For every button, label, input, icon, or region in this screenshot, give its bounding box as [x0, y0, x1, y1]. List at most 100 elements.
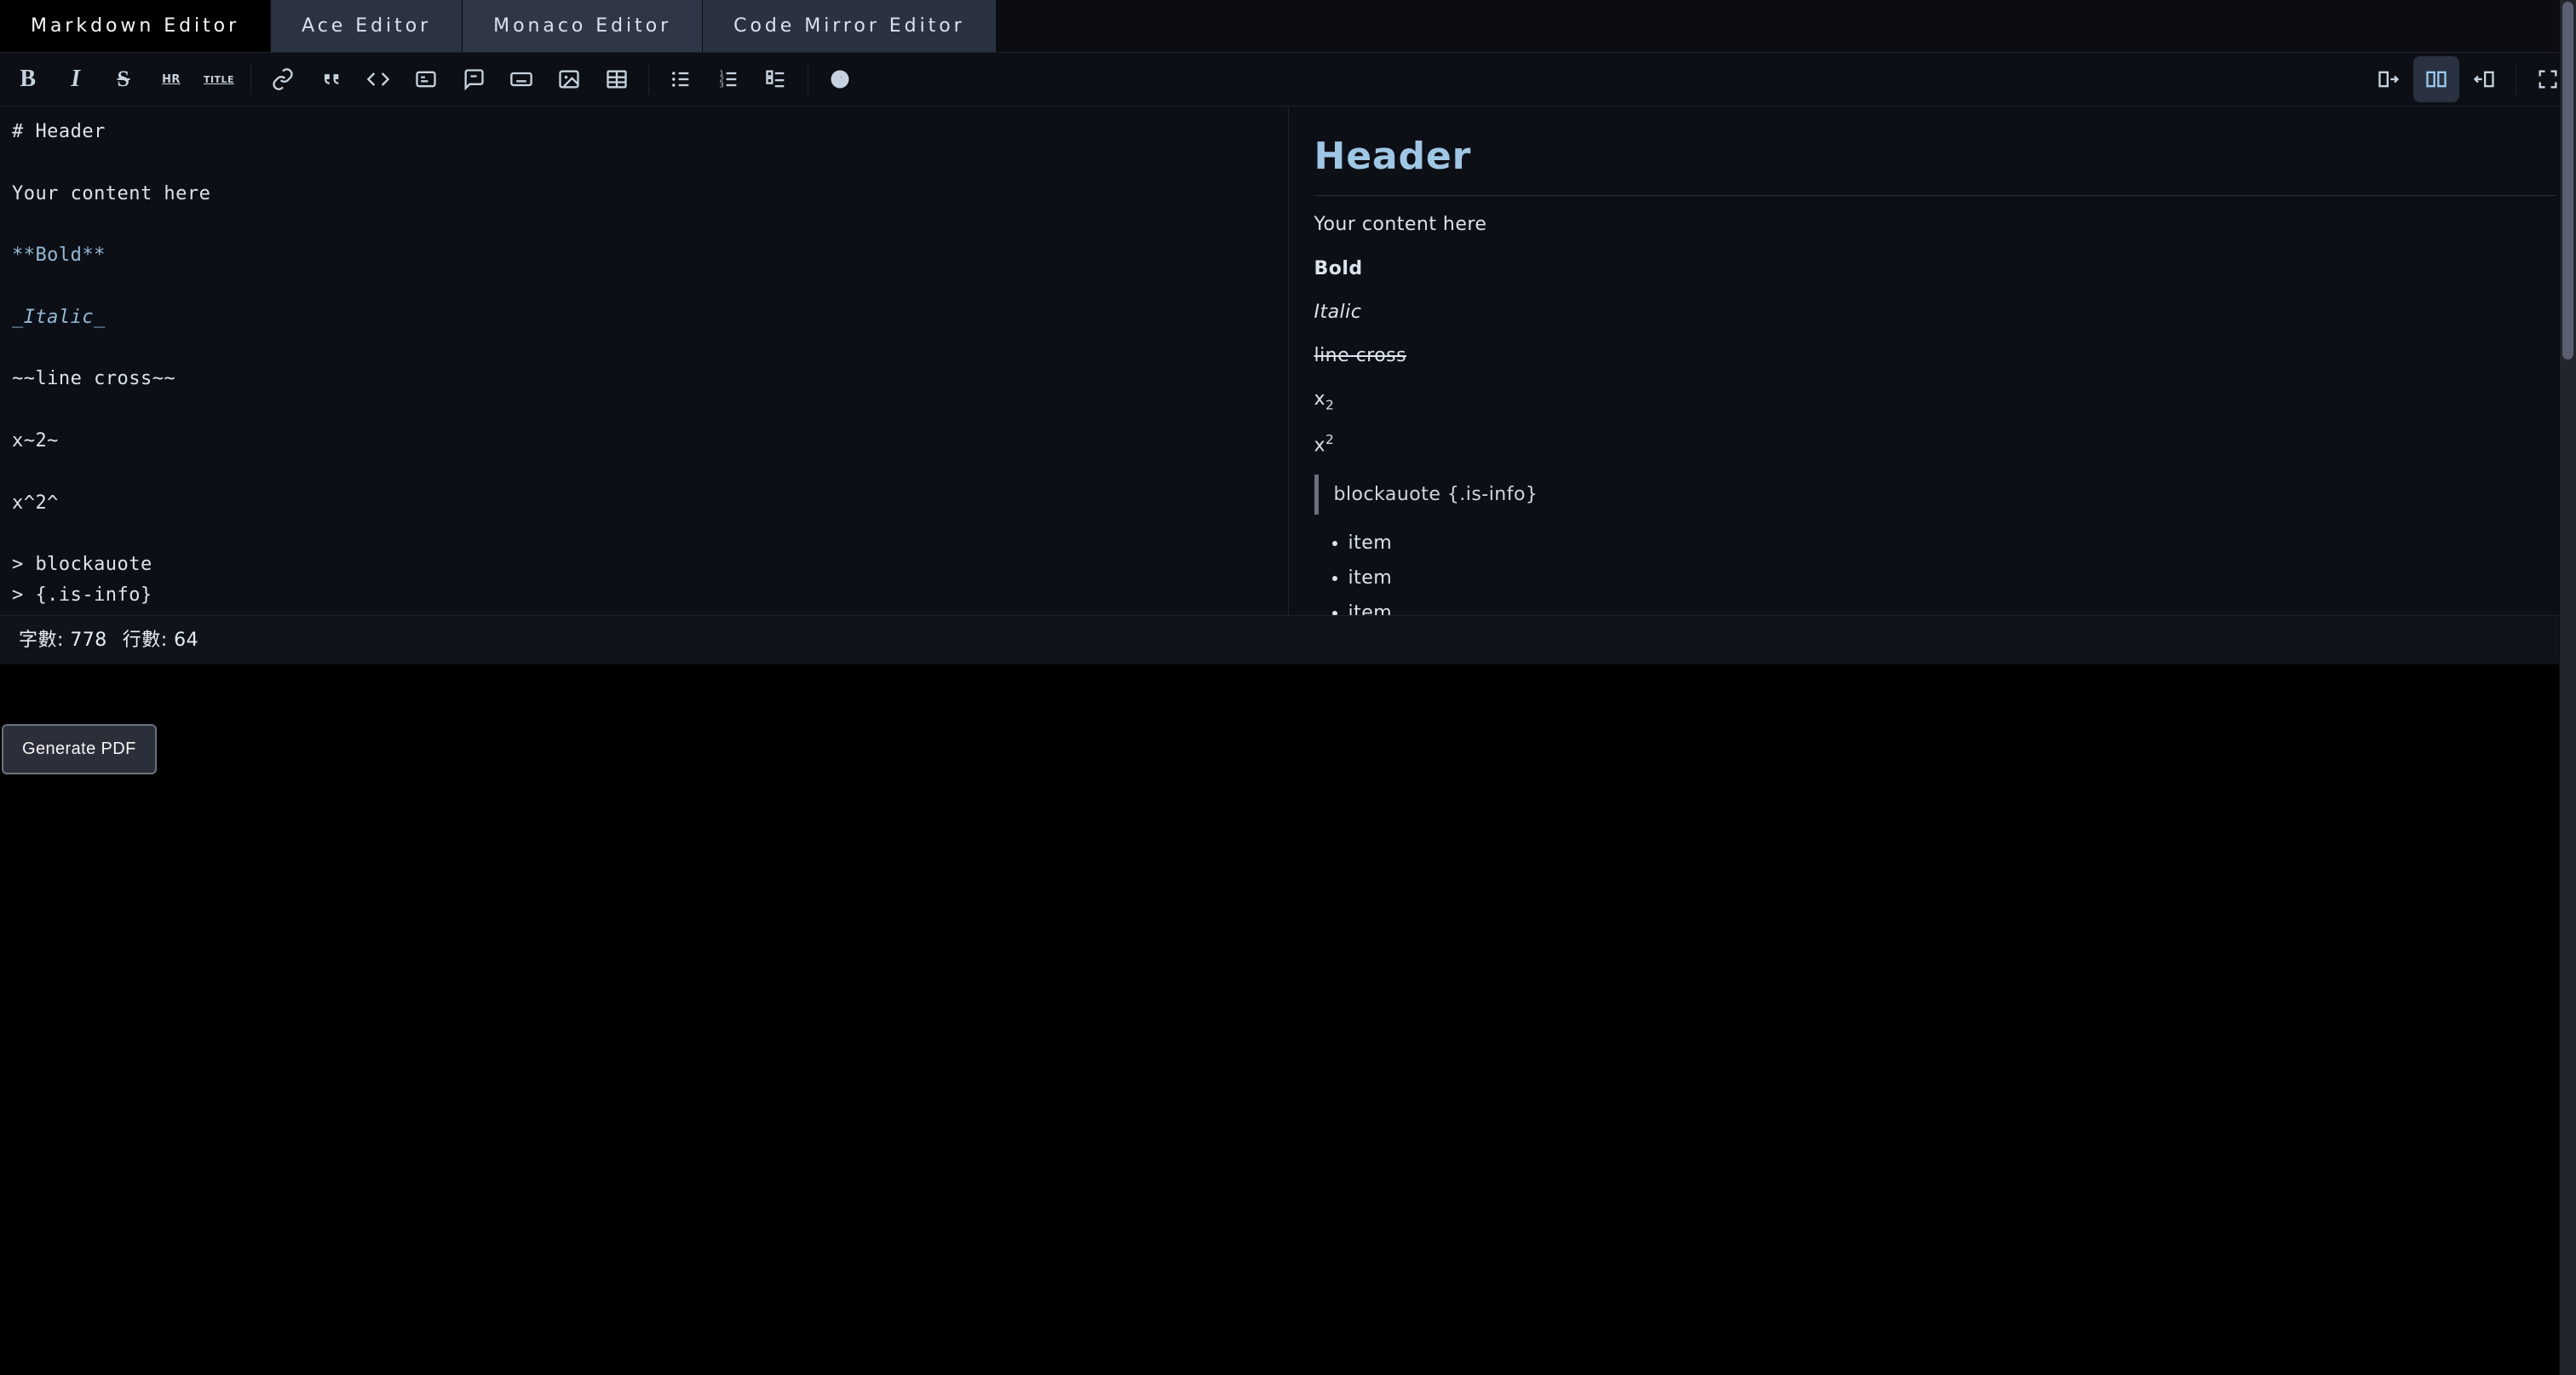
editor-content[interactable]: # Header Your content here **Bold** _Ita…: [0, 106, 1288, 615]
keyboard-button[interactable]: [498, 56, 544, 102]
preview-sub: x2: [1314, 384, 2556, 416]
preview-paragraph: Your content here: [1314, 210, 2556, 239]
status-chars: 字數: 778: [19, 624, 107, 652]
list-item: item: [1348, 563, 2556, 593]
comment-button[interactable]: [451, 56, 497, 102]
editor-line[interactable]: x~2~: [12, 426, 1276, 457]
preview-bold: Bold: [1314, 254, 2556, 284]
preview-ul: item item item: [1314, 528, 2556, 615]
scrollbar-thumb[interactable]: [2562, 2, 2573, 360]
tab-label: Ace Editor: [302, 15, 431, 37]
preview-h1: Header: [1314, 127, 2556, 196]
svg-text:3: 3: [720, 80, 725, 89]
tab-monaco-editor[interactable]: Monaco Editor: [463, 0, 703, 52]
ul-button[interactable]: [658, 56, 704, 102]
tab-label: Code Mirror Editor: [733, 15, 965, 37]
toolbar-divider: [250, 64, 251, 95]
editor-line[interactable]: [12, 147, 1276, 178]
image-button[interactable]: [546, 56, 592, 102]
image-icon: [557, 67, 581, 91]
bold-button[interactable]: B: [5, 56, 51, 102]
split-view-button[interactable]: [2413, 56, 2459, 102]
preview-sup: x2: [1314, 429, 2556, 461]
workspace: # Header Your content here **Bold** _Ita…: [0, 106, 2576, 616]
comment-icon: [462, 67, 486, 91]
preview-blockquote: blockauote {.is-info}: [1314, 475, 2556, 515]
editor-line[interactable]: _Italic_: [12, 302, 1276, 333]
checklist-icon: [764, 67, 788, 91]
editor-line[interactable]: x^2^: [12, 488, 1276, 519]
editor-only-button[interactable]: [2366, 56, 2412, 102]
bold-icon: B: [20, 66, 36, 93]
editor-line[interactable]: > {.is-info}: [12, 580, 1276, 611]
editor-line[interactable]: > blockauote: [12, 549, 1276, 580]
editor-line[interactable]: [12, 210, 1276, 240]
generate-pdf-button[interactable]: Generate PDF: [2, 724, 157, 774]
tab-code-mirror-editor[interactable]: Code Mirror Editor: [703, 0, 997, 52]
checklist-button[interactable]: [753, 56, 799, 102]
preview-pane: Header Your content here Bold Italic lin…: [1289, 106, 2576, 615]
tab-ace-editor[interactable]: Ace Editor: [271, 0, 463, 52]
code-button[interactable]: [355, 56, 401, 102]
svg-text:?: ?: [836, 72, 843, 88]
editor-pane[interactable]: # Header Your content here **Bold** _Ita…: [0, 106, 1288, 615]
window-scrollbar[interactable]: [2559, 0, 2576, 1375]
page-body: Generate PDF: [0, 664, 2576, 1375]
split-view-icon: [2424, 67, 2448, 91]
italic-icon: I: [71, 66, 80, 93]
codeblock-icon: [414, 67, 438, 91]
codeblock-button[interactable]: [403, 56, 449, 102]
ol-button[interactable]: 123: [705, 56, 751, 102]
preview-only-icon: [2472, 67, 2496, 91]
tab-markdown-editor[interactable]: Markdown Editor: [0, 0, 271, 52]
preview-strike: line cross: [1314, 341, 2556, 371]
tab-label: Monaco Editor: [493, 15, 671, 37]
title-button[interactable]: TITLE: [196, 56, 242, 102]
view-mode-tools: [2366, 56, 2571, 102]
status-lines: 行數: 64: [123, 624, 198, 652]
editor-line[interactable]: [12, 519, 1276, 549]
editor-line[interactable]: [12, 395, 1276, 426]
hr-button[interactable]: HR: [148, 56, 194, 102]
editor-line[interactable]: **Bold**: [12, 240, 1276, 271]
editor-line[interactable]: [12, 457, 1276, 487]
link-button[interactable]: [260, 56, 306, 102]
strike-icon: S: [118, 66, 130, 92]
preview-italic: Italic: [1314, 297, 2556, 327]
editor-line[interactable]: [12, 333, 1276, 364]
editor-line[interactable]: ~~line cross~~: [12, 364, 1276, 394]
list-item: item: [1348, 598, 2556, 615]
ol-icon: 123: [716, 67, 740, 91]
italic-button[interactable]: I: [53, 56, 99, 102]
editor-line[interactable]: # Header: [12, 117, 1276, 147]
editor-line[interactable]: [12, 271, 1276, 302]
table-icon: [605, 67, 629, 91]
editor-only-icon: [2377, 67, 2401, 91]
quote-button[interactable]: [308, 56, 354, 102]
editor-line[interactable]: [12, 612, 1276, 615]
fullscreen-icon: [2536, 67, 2560, 91]
editor-toolbar: B I S HR TITLE: [0, 53, 2576, 106]
status-bar: 字數: 778 行數: 64: [0, 616, 2576, 664]
hr-icon: HR: [162, 73, 181, 86]
code-icon: [366, 67, 390, 91]
help-button[interactable]: ?: [817, 56, 863, 102]
list-item: item: [1348, 528, 2556, 558]
editor-tabs: Markdown Editor Ace Editor Monaco Editor…: [0, 0, 2576, 53]
title-icon: TITLE: [204, 74, 234, 85]
preview-strike-text: line cross: [1314, 345, 1407, 366]
preview-content: Header Your content here Bold Italic lin…: [1289, 106, 2576, 615]
preview-italic-text: Italic: [1314, 302, 1362, 323]
keyboard-icon: [509, 67, 533, 91]
toolbar-divider: [648, 64, 649, 95]
table-button[interactable]: [594, 56, 640, 102]
tab-label: Markdown Editor: [31, 15, 239, 37]
editor-line[interactable]: Your content here: [12, 179, 1276, 210]
strike-button[interactable]: S: [101, 56, 147, 102]
app-root: Markdown Editor Ace Editor Monaco Editor…: [0, 0, 2576, 1375]
help-icon: ?: [828, 67, 852, 91]
preview-bold-text: Bold: [1314, 258, 1363, 279]
preview-only-button[interactable]: [2461, 56, 2507, 102]
link-icon: [271, 67, 295, 91]
ul-icon: [669, 67, 693, 91]
